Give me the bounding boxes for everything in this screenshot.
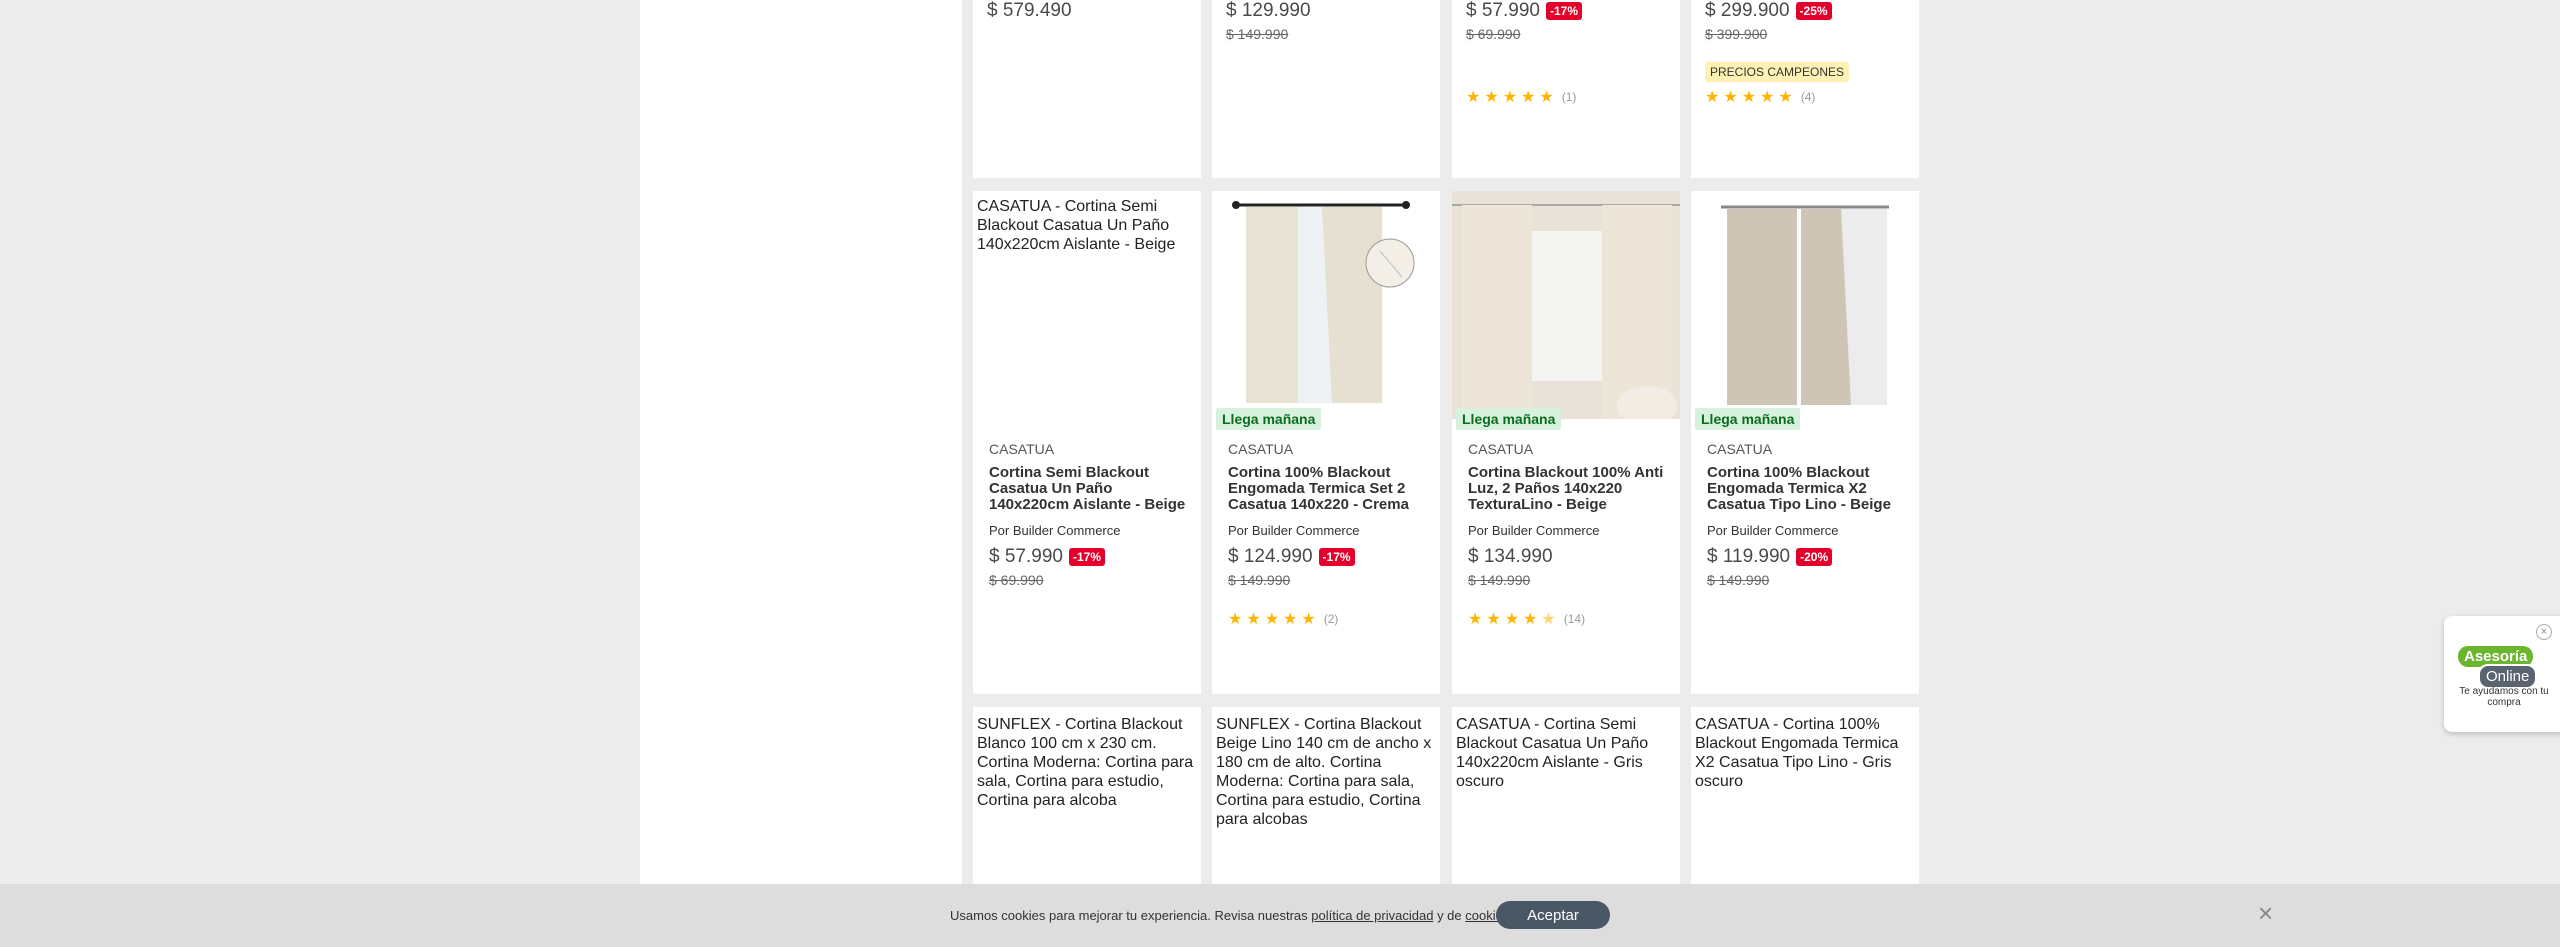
product-image[interactable] [1212, 191, 1440, 419]
price-old: $ 149.990 [1707, 572, 1770, 588]
cookie-banner: Usamos cookies para mejorar tu experienc… [0, 884, 2560, 947]
privacy-policy-link[interactable]: política de privacidad [1311, 908, 1433, 923]
star-icon: ★ [1486, 611, 1501, 628]
star-icon: ★ [1521, 89, 1536, 106]
star-icon: ★ [1264, 611, 1280, 628]
price-old: $ 149.990 [1228, 572, 1291, 588]
product-seller: Por Builder Commerce [1228, 523, 1360, 538]
product-name[interactable]: Cortina Blackout 100% Anti Luz, 2 Paños … [1468, 465, 1673, 513]
cookie-text: Usamos cookies para mejorar tu experienc… [950, 908, 1308, 923]
star-icon: ★ [1760, 89, 1775, 106]
accept-cookies-button[interactable]: Aceptar [1496, 901, 1610, 929]
product-seller: Por Builder Commerce [1468, 523, 1600, 538]
product-brand: CASATUA [1228, 441, 1294, 457]
star-icon: ★ [1228, 611, 1243, 628]
star-icon: ★ [1246, 611, 1261, 628]
close-icon[interactable]: × [2536, 624, 2552, 640]
product-name[interactable]: Cortina 100% Blackout Engomada Termica S… [1228, 465, 1433, 513]
image-alt-text: CASATUA - Cortina Semi Blackout Casatua … [977, 198, 1176, 253]
delivery-badge: Llega mañana [1695, 408, 1801, 430]
star-icon: ★ [1705, 89, 1720, 106]
price-old: $ 149.990 [1468, 572, 1531, 588]
price-current: $ 124.990 [1228, 546, 1313, 567]
star-icon: ★ [1523, 611, 1538, 628]
discount-badge: -17% [1545, 2, 1582, 20]
discount-badge: -17% [1068, 548, 1105, 566]
image-alt-text: CASATUA - Cortina 100% Blackout Engomada… [1695, 716, 1899, 790]
asesoria-subtitle: Te ayudamos con tu compra [2459, 686, 2549, 708]
product-card[interactable]: Llega mañana CASATUA Cortina 100% Blacko… [1691, 191, 1919, 694]
star-icon: ★ [1468, 611, 1483, 628]
product-brand: CASATUA [1468, 441, 1534, 457]
delivery-badge: Llega mañana [1456, 408, 1562, 430]
image-alt-text: SUNFLEX - Cortina Blackout Beige Lino 14… [1216, 716, 1432, 828]
rating-stars: ★ ★ ★ ★ ★ (1) [1466, 87, 1576, 107]
product-image[interactable] [1452, 191, 1680, 419]
price-current: $ 119.990 [1707, 546, 1791, 567]
star-icon: ★ [1502, 89, 1518, 106]
image-alt-text: SUNFLEX - Cortina Blackout Blanco 100 cm… [977, 716, 1194, 809]
price-old: $ 69.990 [1466, 26, 1521, 42]
image-alt-text: CASATUA - Cortina Semi Blackout Casatua … [1456, 716, 1649, 790]
product-card[interactable]: $ 57.990 -17% $ 69.990 ★ ★ ★ ★ ★ (1) [1452, 0, 1680, 178]
curtain-image [1691, 191, 1919, 419]
filters-panel [640, 0, 962, 947]
star-icon: ★ [1741, 89, 1757, 106]
promo-badge: PRECIOS CAMPEONES [1705, 62, 1850, 82]
product-brand: CASATUA [1707, 441, 1773, 457]
discount-badge: -25% [1795, 2, 1832, 20]
rating-stars: ★ ★ ★ ★ ★ (4) [1705, 87, 1815, 107]
product-seller: Por Builder Commerce [989, 523, 1121, 538]
price-old: $ 399.900 [1705, 26, 1768, 42]
star-icon: ★ [1539, 89, 1554, 106]
discount-badge: -20% [1796, 548, 1833, 566]
product-card[interactable]: Llega mañana CASATUA Cortina 100% Blacko… [1212, 191, 1440, 694]
discount-badge: -17% [1318, 548, 1355, 566]
product-name[interactable]: Cortina Semi Blackout Casatua Un Paño 14… [989, 465, 1194, 513]
product-image-placeholder[interactable]: CASATUA - Cortina Semi Blackout Casatua … [973, 191, 1201, 419]
star-icon: ★ [1301, 611, 1316, 628]
price-current: $ 134.990 [1468, 546, 1553, 567]
price-current: $ 579.490 [987, 0, 1072, 21]
product-card[interactable]: CASATUA - Cortina Semi Blackout Casatua … [973, 191, 1201, 694]
rating-count: (4) [1800, 90, 1816, 104]
rating-stars: ★ ★ ★ ★ ★ (14) [1468, 609, 1585, 629]
price-current: $ 57.990 [989, 546, 1063, 567]
product-card[interactable]: $ 579.490 [973, 0, 1201, 178]
price-current: $ 57.990 [1466, 0, 1540, 21]
asesoria-online-widget[interactable]: × Asesoría Online Te ayudamos con tu com… [2444, 616, 2560, 732]
star-icon: ★ [1283, 611, 1298, 628]
star-icon: ★ [1778, 89, 1793, 106]
price-current: $ 129.990 [1226, 0, 1311, 21]
product-card[interactable]: $ 129.990 $ 149.990 [1212, 0, 1440, 178]
product-image[interactable] [1691, 191, 1919, 419]
delivery-badge: Llega mañana [1216, 408, 1322, 430]
price-old: $ 69.990 [989, 572, 1044, 588]
product-brand: CASATUA [989, 441, 1055, 457]
cookie-text: y de [1437, 908, 1462, 923]
product-seller: Por Builder Commerce [1707, 523, 1839, 538]
price-current: $ 299.900 [1705, 0, 1790, 21]
curtain-image [1452, 191, 1680, 419]
star-icon: ★ [1484, 89, 1499, 106]
rating-count: (1) [1561, 90, 1577, 104]
star-icon: ★ [1504, 611, 1520, 628]
product-name[interactable]: Cortina 100% Blackout Engomada Termica X… [1707, 465, 1912, 513]
price-old: $ 149.990 [1226, 26, 1289, 42]
product-card[interactable]: $ 299.900 -25% $ 399.900 PRECIOS CAMPEONE… [1691, 0, 1919, 178]
star-icon: ★ [1466, 89, 1481, 106]
cookie-message: Usamos cookies para mejorar tu experienc… [950, 908, 1513, 923]
product-card[interactable]: Llega mañana CASATUA Cortina Blackout 10… [1452, 191, 1680, 694]
star-half-icon: ★ [1541, 611, 1556, 628]
star-icon: ★ [1723, 89, 1738, 106]
rating-count: (14) [1563, 612, 1586, 626]
curtain-image [1212, 191, 1440, 419]
close-icon[interactable]: × [2258, 900, 2273, 926]
rating-stars: ★ ★ ★ ★ ★ (2) [1228, 609, 1338, 629]
rating-count: (2) [1323, 612, 1339, 626]
